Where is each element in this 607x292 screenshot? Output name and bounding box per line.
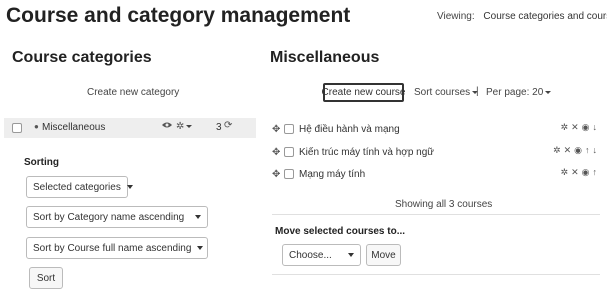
- gear-icon[interactable]: ✲: [176, 121, 193, 132]
- eye-icon[interactable]: ◉: [582, 122, 593, 132]
- toolbar-separator: |: [476, 86, 479, 97]
- gear-icon[interactable]: ✲: [561, 122, 572, 132]
- arrow-down-icon[interactable]: ↓: [593, 122, 601, 132]
- eye-icon[interactable]: [162, 121, 172, 132]
- viewing-label: Viewing:: [437, 11, 475, 22]
- course-checkbox[interactable]: [284, 169, 294, 179]
- courses-icon: ⟳: [224, 120, 233, 131]
- course-row[interactable]: ✥ Hệ điều hành và mạng ✲✕◉↓: [272, 121, 602, 137]
- course-categories-heading: Course categories: [12, 49, 152, 66]
- course-actions: ✲✕◉↑: [561, 167, 600, 178]
- divider: [272, 214, 600, 215]
- move-selected-label: Move selected courses to...: [275, 226, 406, 237]
- per-page-label: Per page: 20: [486, 87, 544, 98]
- course-actions: ✲✕◉↓: [561, 122, 600, 133]
- page-title: Course and category management: [6, 4, 351, 27]
- move-destination-value: Choose...: [289, 249, 332, 261]
- sort-category-select[interactable]: Sort by Category name ascending: [26, 206, 208, 228]
- viewing-value[interactable]: Course categories and courses: [483, 11, 607, 22]
- delete-icon[interactable]: ✕: [564, 145, 575, 155]
- viewing-selector[interactable]: Viewing: Course categories and courses: [437, 11, 607, 22]
- create-new-course-button[interactable]: Create new course: [322, 83, 405, 102]
- arrow-up-icon[interactable]: ↑: [593, 167, 601, 177]
- bullet-icon: ●: [34, 122, 39, 131]
- move-button[interactable]: Move: [366, 244, 401, 266]
- showing-count: Showing all 3 courses: [395, 199, 493, 210]
- category-heading: Miscellaneous: [270, 49, 380, 66]
- sort-course-select[interactable]: Sort by Course full name ascending: [26, 237, 208, 259]
- gear-icon[interactable]: ✲: [553, 145, 564, 155]
- delete-icon[interactable]: ✕: [571, 122, 582, 132]
- sorting-label: Sorting: [24, 157, 59, 168]
- dropdown-arrow-icon: [348, 253, 354, 257]
- sort-category-value: Sort by Category name ascending: [33, 211, 185, 223]
- move-handle-icon[interactable]: ✥: [272, 147, 284, 158]
- arrow-down-icon[interactable]: ↓: [593, 145, 601, 155]
- dropdown-arrow-icon: [126, 185, 133, 189]
- per-page-dropdown[interactable]: Per page: 20: [486, 87, 552, 98]
- sort-courses-label: Sort courses: [414, 87, 471, 98]
- selected-categories-value: Selected categories: [33, 181, 121, 193]
- course-name[interactable]: Kiến trúc máy tính và hợp ngữ: [299, 147, 434, 158]
- dropdown-arrow-icon: [195, 215, 201, 219]
- course-name[interactable]: Mạng máy tính: [299, 169, 365, 180]
- selected-categories-select[interactable]: Selected categories: [26, 176, 133, 198]
- delete-icon[interactable]: ✕: [571, 167, 582, 177]
- course-checkbox[interactable]: [284, 147, 294, 157]
- course-checkbox[interactable]: [284, 124, 294, 134]
- eye-icon[interactable]: ◉: [574, 145, 585, 155]
- move-handle-icon[interactable]: ✥: [272, 169, 284, 180]
- category-row[interactable]: ● Miscellaneous ✲ 3 ⟳: [4, 118, 256, 138]
- dropdown-arrow-icon: [197, 246, 204, 250]
- course-row[interactable]: ✥ Kiến trúc máy tính và hợp ngữ ✲✕◉↑↓: [272, 144, 602, 160]
- sort-courses-dropdown[interactable]: Sort courses: [414, 87, 479, 98]
- category-course-count: 3: [216, 122, 222, 133]
- arrow-up-icon[interactable]: ↑: [585, 145, 593, 155]
- course-actions: ✲✕◉↑↓: [553, 145, 600, 156]
- eye-icon[interactable]: ◉: [582, 167, 593, 177]
- create-new-category-link[interactable]: Create new category: [87, 87, 179, 98]
- category-name[interactable]: Miscellaneous: [42, 122, 105, 133]
- divider: [272, 274, 600, 275]
- course-row[interactable]: ✥ Mạng máy tính ✲✕◉↑: [272, 166, 602, 182]
- category-checkbox[interactable]: [12, 123, 22, 133]
- sort-course-value: Sort by Course full name ascending: [33, 242, 192, 254]
- move-handle-icon[interactable]: ✥: [272, 124, 284, 135]
- gear-icon[interactable]: ✲: [561, 167, 572, 177]
- caret-down-icon: [545, 90, 552, 94]
- move-destination-select[interactable]: Choose...: [282, 244, 361, 266]
- course-name[interactable]: Hệ điều hành và mạng: [299, 124, 400, 135]
- sort-button[interactable]: Sort: [29, 267, 63, 289]
- caret-down-icon: [186, 124, 193, 128]
